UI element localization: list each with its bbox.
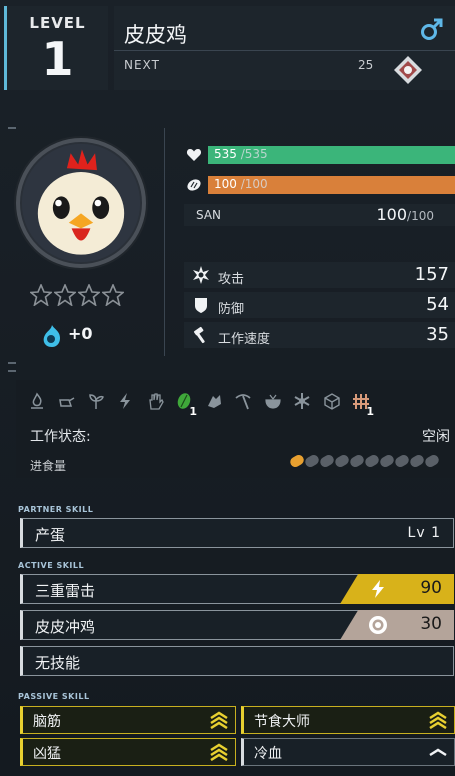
heart-icon (186, 149, 202, 161)
level-value: 1 (41, 32, 74, 86)
lumbering-icon (199, 388, 229, 414)
san-text: 100/100 (377, 205, 435, 224)
pal-portrait (16, 138, 146, 268)
attack-label: 攻击 (218, 272, 245, 287)
food-consumption-label: 进食量 (30, 459, 67, 473)
pal-soul-icon (43, 325, 60, 347)
active-skill-row[interactable]: 三重雷击 90 (20, 574, 454, 604)
star-icon (102, 284, 124, 306)
watering-icon (52, 388, 82, 414)
planting-icon (81, 388, 111, 414)
active-skill-name: 皮皮冲鸡 (35, 618, 96, 636)
mining-icon (229, 388, 259, 414)
partner-skill-level: Lv 1 (407, 525, 441, 541)
bread-icon (187, 179, 201, 191)
pal-status-panel: LEVEL 1 皮皮鸡 NEXT 25 +0 535 /535 100 /100… (0, 0, 455, 776)
food-value: 100 (214, 177, 237, 191)
san-max: /100 (407, 209, 434, 223)
attack-value: 157 (414, 264, 449, 285)
medicine-icon (258, 388, 288, 414)
work-status-value: 空闲 (422, 429, 450, 445)
hp-bar-row: 535 /535 (184, 144, 455, 166)
shield-icon (195, 298, 207, 313)
san-row: SAN 100/100 (184, 204, 455, 226)
condense-diamond-icon[interactable] (393, 55, 423, 85)
skill-power-value: 30 (420, 614, 442, 634)
lightning-icon (372, 580, 384, 598)
active-skill-row[interactable]: 皮皮冲鸡 30 (20, 610, 454, 640)
work-speed-row: 工作速度 35 (184, 322, 455, 348)
food-text: 100 /100 (214, 177, 268, 191)
partner-skill-title: PARTNER SKILL (18, 505, 94, 514)
hammer-icon (193, 326, 205, 344)
passive-skill-row[interactable]: 脑筋 (20, 706, 236, 734)
next-exp-label: NEXT (124, 58, 160, 72)
hp-max: /535 (240, 147, 268, 161)
electricity-icon (111, 388, 141, 414)
passive-skill-row[interactable]: 冷血 (241, 738, 455, 766)
passive-skill-row[interactable]: 凶猛 (20, 738, 236, 766)
passive-skill-title: PASSIVE SKILL (18, 692, 90, 701)
work-level-value: 1 (189, 405, 197, 418)
soul-bonus-value: +0 (68, 324, 93, 343)
food-max: /100 (240, 177, 268, 191)
level-box: LEVEL 1 (4, 6, 108, 90)
defense-value: 54 (426, 294, 449, 315)
name-divider (114, 50, 455, 51)
food-consumption-pips (288, 453, 441, 469)
section-tick (8, 127, 16, 129)
passive-skill-name: 冷血 (254, 746, 282, 762)
partner-skill-name: 产蛋 (35, 526, 66, 544)
work-status-label: 工作状态: (30, 429, 91, 445)
rank-chevron-icon (429, 748, 447, 757)
rank-up-chevrons-icon (210, 711, 228, 729)
hp-value: 535 (214, 147, 237, 161)
male-gender-icon (421, 18, 443, 40)
rank-up-chevrons-icon (210, 743, 228, 761)
work-speed-label: 工作速度 (218, 332, 271, 347)
element-tag: 90 (340, 574, 454, 604)
level-label: LEVEL (29, 14, 86, 32)
rank-stars (30, 284, 124, 306)
passive-skill-name: 脑筋 (33, 714, 61, 730)
work-suitability-icons: 11 (22, 388, 377, 418)
san-label: SAN (196, 208, 222, 222)
kindling-icon (22, 388, 52, 414)
san-value: 100 (376, 205, 408, 224)
handiwork-icon (140, 388, 170, 414)
name-box: 皮皮鸡 NEXT 25 (114, 6, 455, 90)
partner-skill-row[interactable]: 产蛋 Lv 1 (20, 518, 454, 548)
next-exp-value: 25 (358, 58, 374, 72)
neutral-element-icon (369, 616, 387, 634)
section-tick (8, 370, 16, 372)
active-skill-row-empty[interactable]: 无技能 (20, 646, 454, 676)
pal-name[interactable]: 皮皮鸡 (124, 19, 187, 49)
gathering-icon: 1 (170, 388, 200, 418)
element-tag: 30 (340, 610, 454, 640)
vertical-divider (164, 128, 165, 356)
farming-icon: 1 (347, 388, 377, 418)
active-skill-name: 无技能 (35, 654, 81, 672)
transporting-icon (317, 388, 347, 414)
skill-power-value: 90 (420, 578, 442, 598)
star-icon (30, 284, 52, 306)
work-speed-value: 35 (426, 324, 449, 345)
cooling-icon (288, 388, 318, 414)
attack-row: 攻击 157 (184, 262, 455, 288)
work-level-value: 1 (366, 405, 374, 418)
active-skill-title: ACTIVE SKILL (18, 561, 85, 570)
hp-text: 535 /535 (214, 147, 268, 161)
section-tick (8, 362, 16, 364)
passive-skill-name: 节食大师 (254, 714, 310, 730)
defense-label: 防御 (218, 302, 245, 317)
star-icon (54, 284, 76, 306)
food-bar-row: 100 /100 (184, 174, 455, 196)
passive-skill-name: 凶猛 (33, 746, 61, 762)
star-icon (78, 284, 100, 306)
defense-row: 防御 54 (184, 292, 455, 318)
active-skill-name: 三重雷击 (35, 582, 96, 600)
rank-up-chevrons-icon (429, 711, 447, 729)
passive-skill-row[interactable]: 节食大师 (241, 706, 455, 734)
attack-icon (193, 266, 209, 284)
